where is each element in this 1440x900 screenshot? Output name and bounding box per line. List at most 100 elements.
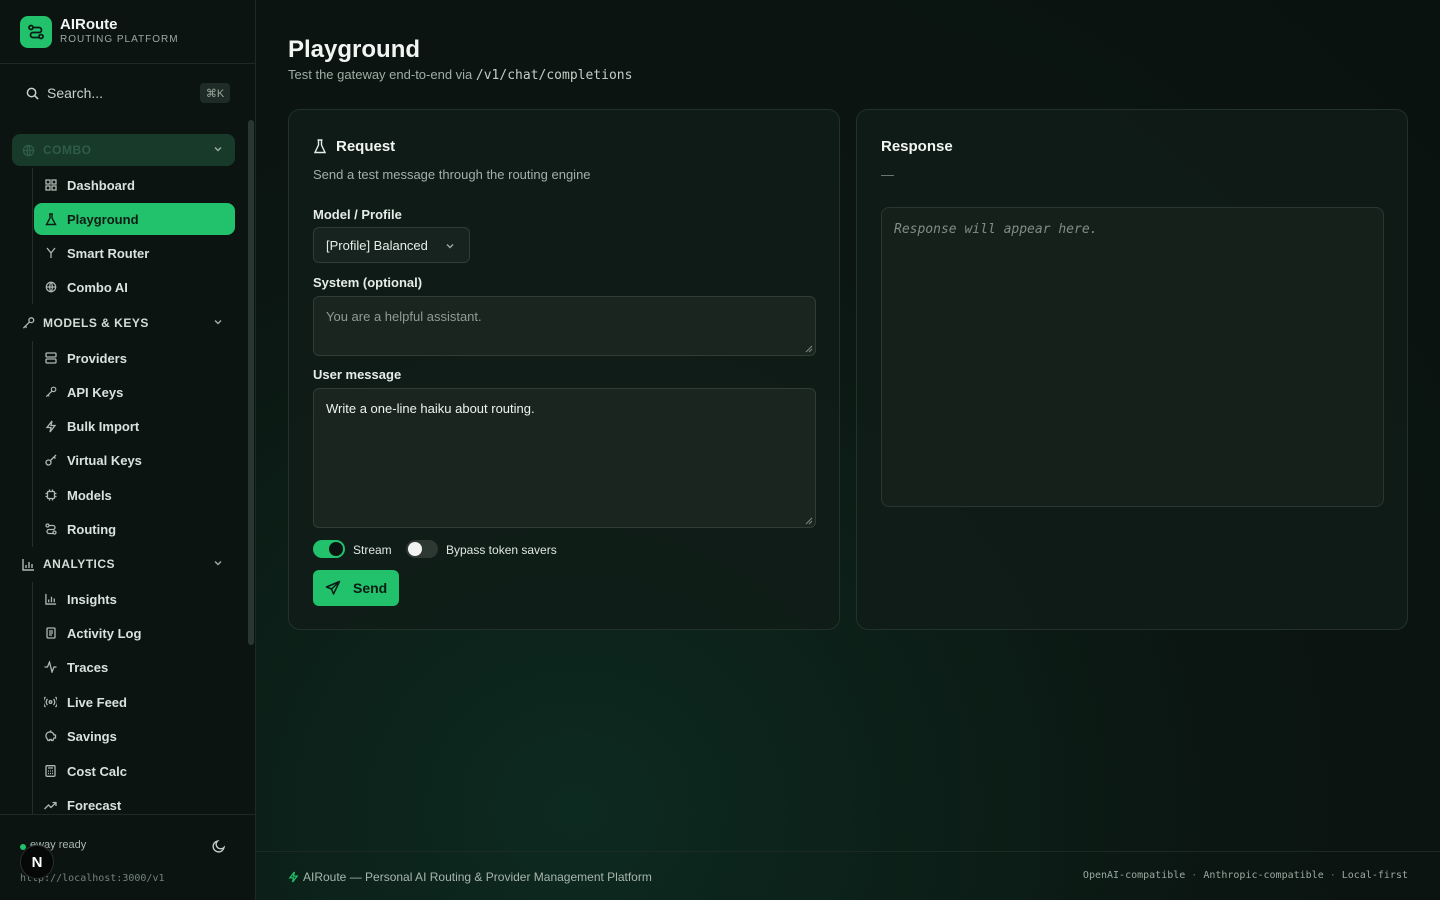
response-placeholder: Response will appear here. [894, 222, 1098, 237]
chevron-down-icon [446, 244, 454, 249]
page-footer: AIRoute — Personal AI Routing & Provider… [256, 851, 1440, 900]
sidebar-item-label: Virtual Keys [67, 452, 142, 468]
sidebar-item-label: Insights [67, 591, 117, 607]
request-card: Request Send a test message through the … [288, 109, 840, 630]
model-label: Model / Profile [313, 207, 402, 222]
radio-icon [44, 696, 57, 709]
key-icon [22, 317, 35, 330]
key-icon [44, 386, 57, 399]
sidebar-item-routing[interactable]: Routing [34, 513, 235, 545]
chevron-down-icon [214, 146, 222, 152]
footer-tag: Local-first [1341, 870, 1408, 881]
sidebar-item-cost-calc[interactable]: Cost Calc [34, 755, 235, 787]
brand[interactable]: AIRoute ROUTING PLATFORM [0, 0, 255, 64]
log-icon [44, 627, 57, 640]
search-shortcut: ⌘K [200, 83, 230, 103]
sidebar-item-playground[interactable]: Playground [34, 203, 235, 235]
sidebar-item-label: Traces [67, 659, 109, 675]
group-analytics[interactable]: ANALYTICS [12, 548, 235, 580]
response-meta: — [881, 167, 894, 182]
brand-name: AIRoute [60, 16, 118, 33]
group-models-keys[interactable]: MODELS & KEYS [12, 307, 235, 339]
request-title: Request [336, 138, 396, 155]
bolt-icon [288, 871, 299, 883]
sidebar-item-label: Cost Calc [67, 763, 127, 779]
trend-icon [44, 799, 57, 812]
response-card: Response — Response will appear here. [856, 109, 1408, 630]
search-label: Search... [47, 85, 104, 101]
sidebar-item-providers[interactable]: Providers [34, 342, 235, 374]
response-title: Response [881, 138, 953, 155]
bar-chart-icon [44, 593, 57, 606]
sidebar-item-label: Smart Router [67, 245, 150, 261]
bolt-icon [44, 420, 57, 433]
system-input[interactable]: You are a helpful assistant. [313, 296, 816, 356]
footer-tag: Anthropic-compatible [1203, 870, 1324, 881]
footer-tag: OpenAI-compatible [1082, 870, 1186, 881]
flask-icon [313, 139, 326, 154]
key-round-icon [44, 454, 57, 467]
sidebar-item-label: Savings [67, 728, 117, 744]
response-output[interactable]: Response will appear here. [881, 207, 1384, 507]
system-placeholder: You are a helpful assistant. [326, 309, 482, 324]
stream-label: Stream [353, 543, 392, 557]
system-label: System (optional) [313, 275, 423, 290]
sidebar-item-label: Playground [67, 211, 139, 227]
flask-icon [44, 212, 57, 226]
sidebar-scrollbar[interactable] [248, 120, 254, 645]
resize-handle-icon[interactable] [805, 345, 813, 353]
sidebar-item-combo-ai[interactable]: Combo AI [34, 271, 235, 303]
sidebar-item-savings[interactable]: Savings [34, 720, 235, 752]
sidebar-item-label: Providers [67, 350, 127, 366]
sidebar-item-virtual-keys[interactable]: Virtual Keys [34, 444, 235, 476]
user-message-input[interactable]: Write a one-line haiku about routing. [313, 388, 816, 528]
dashboard-icon [44, 179, 57, 192]
sidebar-item-dashboard[interactable]: Dashboard [34, 169, 235, 201]
sidebar-footer: eway ready http://localhost:3000/v1 N [0, 814, 256, 900]
send-button[interactable]: Send [313, 570, 399, 606]
chip-icon [44, 489, 57, 502]
footer-text: AIRoute — Personal AI Routing & Provider… [303, 870, 652, 884]
sidebar-item-traces[interactable]: Traces [34, 651, 235, 683]
sidebar-item-label: Live Feed [67, 694, 127, 710]
avatar[interactable]: N [20, 845, 54, 879]
sidebar-item-activity-log[interactable]: Activity Log [34, 617, 235, 649]
sidebar-item-label: Bulk Import [67, 418, 140, 434]
brand-subtitle: ROUTING PLATFORM [60, 34, 179, 45]
pulse-icon [44, 661, 57, 674]
group-label: COMBO [43, 143, 92, 157]
group-label: MODELS & KEYS [43, 316, 149, 330]
route-icon [44, 523, 57, 536]
sidebar-item-insights[interactable]: Insights [34, 583, 235, 615]
bar-chart-icon [22, 558, 35, 571]
sidebar-item-bulk-import[interactable]: Bulk Import [34, 410, 235, 442]
resize-handle-icon[interactable] [805, 517, 813, 525]
bypass-label: Bypass token savers [446, 543, 557, 557]
sidebar-item-live-feed[interactable]: Live Feed [34, 686, 235, 718]
sidebar-nav[interactable]: COMBO Dashboard Playground Smart Router … [0, 120, 256, 814]
moon-icon[interactable] [212, 839, 226, 858]
send-icon [325, 580, 341, 595]
search-button[interactable]: Search... ⌘K [12, 76, 244, 110]
model-select[interactable]: [Profile] Balanced [313, 227, 470, 263]
model-select-value: [Profile] Balanced [326, 237, 428, 253]
split-icon [44, 247, 57, 260]
sidebar-item-label: API Keys [67, 384, 124, 400]
stream-toggle[interactable] [313, 540, 345, 558]
bypass-toggle[interactable] [406, 540, 438, 558]
server-icon [44, 352, 57, 365]
request-description: Send a test message through the routing … [313, 167, 591, 182]
group-label: ANALYTICS [43, 557, 116, 571]
sidebar-item-forecast[interactable]: Forecast [34, 789, 235, 814]
sidebar-item-smart-router[interactable]: Smart Router [34, 237, 235, 269]
group-combo[interactable]: COMBO [12, 134, 235, 166]
sidebar-item-models[interactable]: Models [34, 479, 235, 511]
logo-icon [20, 15, 52, 48]
sidebar-item-label: Models [67, 487, 112, 503]
sidebar-item-label: Dashboard [67, 177, 135, 193]
send-label: Send [353, 580, 388, 596]
sidebar-item-api-keys[interactable]: API Keys [34, 376, 235, 408]
chevron-down-icon [214, 319, 222, 325]
page-subtitle: Test the gateway end-to-end via /v1/chat… [288, 67, 632, 83]
globe-icon [44, 281, 57, 294]
